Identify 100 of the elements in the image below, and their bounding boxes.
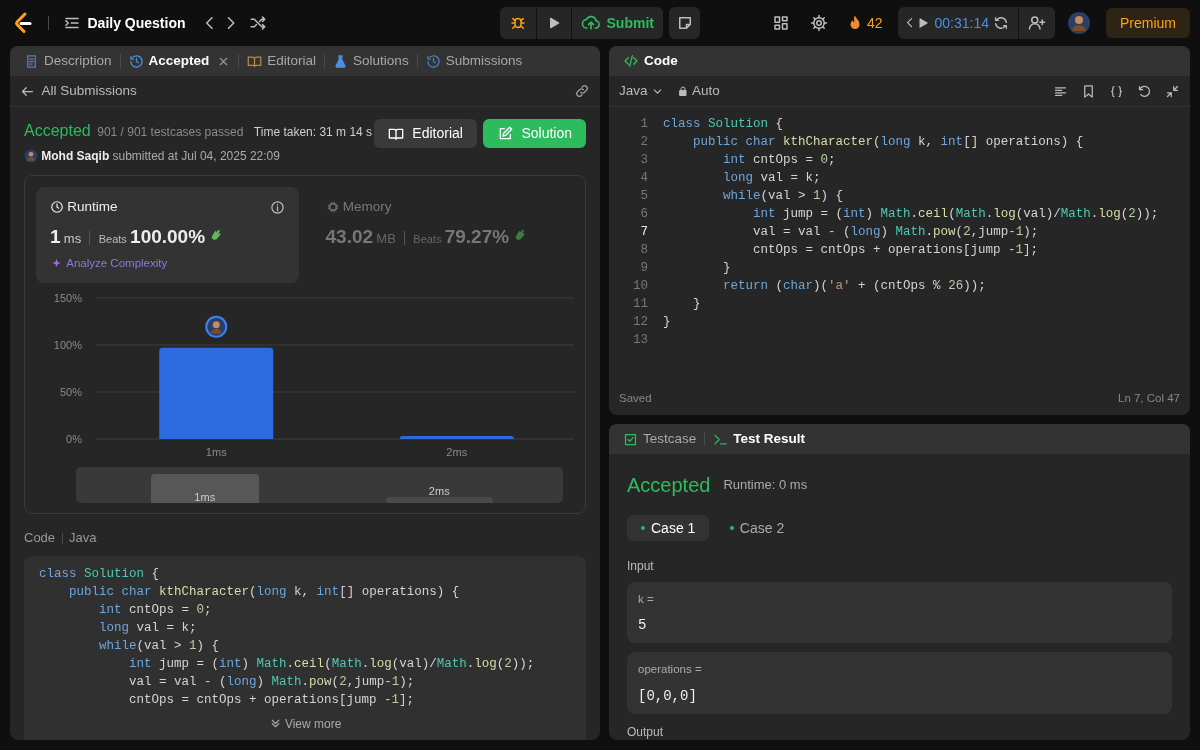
problem-list-button[interactable]: Daily Question [63,12,186,34]
avatar[interactable] [1067,11,1091,35]
premium-button[interactable]: Premium [1106,8,1190,38]
tab[interactable]: Testcase [619,428,701,450]
line-number: 2 [639,134,648,151]
beats-percent: 79.27% [444,225,510,250]
line-number: 3 [639,152,648,169]
tab[interactable]: Submissions [421,50,527,72]
history-icon [128,53,144,69]
metric-value: 43.02 [325,225,374,250]
code-line: val = val - (long) Math.pow(2,jump-1); [752,224,1039,241]
bookmark-button[interactable] [1081,83,1096,99]
chart-navigator[interactable]: 1ms 2ms [76,467,563,504]
code-line: int jump = (int) Math.ceil(Math.log(val)/Math.log(2)); [128,655,536,673]
layout-icon [771,14,790,32]
avatar [24,149,38,163]
time-taken-text: Time taken: 31 m 14 s [253,124,373,141]
next-button[interactable] [227,17,235,29]
line-number: 1 [639,116,648,133]
beats-label: Beats [413,232,442,248]
line-number: 5 [639,188,648,205]
braces-button[interactable] [1109,83,1124,99]
code-line: int cntOps = 0; [98,601,213,619]
chevron-right-icon [227,17,235,29]
line-number: 12 [632,314,648,331]
navigator-label: 1ms [194,492,216,504]
section-label: Input [627,558,655,575]
line-number: 6 [639,206,648,223]
testcases-text: 901 / 901 testcases passed [97,124,244,141]
runtime-text: Runtime: 0 ms [723,476,808,495]
chip-icon [325,200,340,215]
tab[interactable]: Description [20,50,116,72]
previous-button[interactable] [205,17,214,29]
view-more-button[interactable]: View more [268,714,342,733]
language-dropdown[interactable]: Java [619,80,664,102]
metric-title: Memory [342,198,392,216]
line-number: 9 [639,260,648,277]
streak-button[interactable]: 42 [845,12,883,34]
line-number: 8 [639,242,648,259]
tab[interactable]: Code [619,50,682,72]
code-line: public char kthCharacter(long k, int[] operations) { [692,134,1084,151]
cursor-position: Ln 7, Col 47 [1118,390,1180,406]
axis-label: 100% [53,339,82,352]
editorial-button[interactable]: Editorial [374,119,477,148]
dot-icon [729,526,734,530]
author-name[interactable]: Mohd Saqib [41,147,110,165]
code-line: public char kthCharacter(long k, int[] operations) { [68,583,461,601]
metric-value: 1 [50,225,61,250]
beats-percent: 100.00% [130,225,206,250]
axis-label: 150% [53,292,82,305]
metric-card[interactable]: Runtime 1 ms Beats 100.00% Analyze Complexity [36,187,299,284]
auto-mode-button[interactable]: Auto [676,80,720,102]
back-link[interactable]: All Submissions [20,80,137,102]
input-name: k = [638,592,655,607]
status-text: Accepted [627,473,711,498]
line-number: 7 [639,224,648,241]
analyze-complexity-link[interactable]: Analyze Complexity [50,254,168,272]
lock-icon [676,85,689,97]
code-line: } [663,314,671,331]
code-line: cntOps = cntOps + operations[jump -1]; [752,242,1039,259]
refresh-icon [993,15,1009,31]
braces-icon [1109,83,1124,99]
notes-button[interactable] [669,7,701,39]
code-line: } [722,260,731,277]
case-tab[interactable]: Case 2 [715,515,799,541]
metric-title: Runtime [67,198,118,216]
shuffle-button[interactable] [248,14,267,32]
input-value: [0,0,0] [638,686,698,705]
code-line: while(val > 1) { [98,637,221,655]
input-name: operations = [638,662,703,678]
copy-link-button[interactable] [574,83,590,99]
bookmark-icon [1081,83,1096,99]
document-icon [24,53,39,69]
axis-label: 2ms [446,446,468,459]
code-line: int jump = (int) Math.ceil(Math.log(val)/Math.log(2)); [752,206,1159,223]
case-tab[interactable]: Case 1 [627,515,710,541]
save-status: Saved [619,390,652,406]
checkbox-icon [623,431,638,447]
collapse-icon [1165,83,1180,99]
chevron-left-icon [205,17,214,29]
settings-button[interactable] [809,14,828,32]
collapse-button[interactable] [1165,83,1180,99]
info-icon[interactable] [269,199,285,215]
code-line: long val = k; [98,619,198,637]
chevron-left-icon [906,18,913,28]
code-line: int cntOps = 0; [722,152,836,169]
section-label: Code [24,529,56,548]
tab[interactable]: Solutions [329,50,413,72]
tab[interactable]: Editorial [243,50,321,72]
layout-button[interactable] [771,14,790,32]
metric-unit: MB [376,230,396,249]
axis-label: 1ms [205,446,227,459]
tab[interactable]: Accepted [124,50,235,72]
dot-icon [641,526,645,530]
avatar-marker [205,316,228,339]
tab[interactable]: Test Result [709,428,810,450]
shuffle-icon [248,14,267,32]
reset-button[interactable] [1137,83,1152,99]
line-number: 10 [632,278,648,295]
submitted-text: submitted at Jul 04, 2025 22:09 [112,148,280,165]
